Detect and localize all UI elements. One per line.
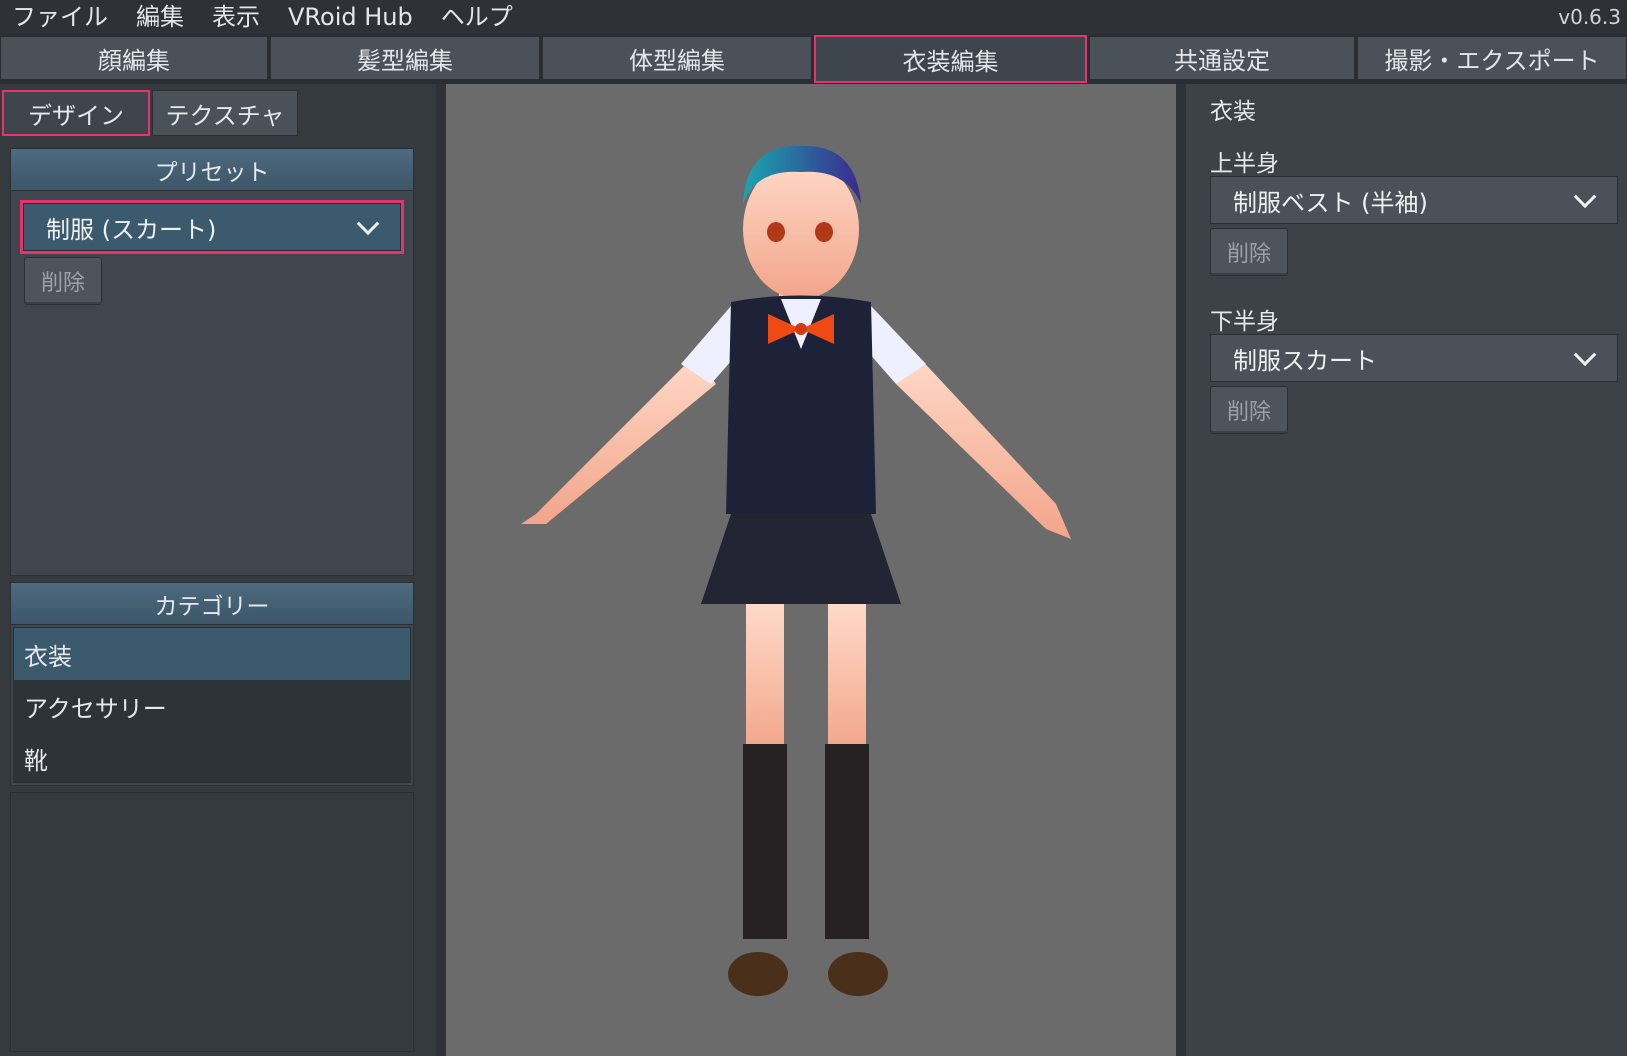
tab-hair-edit[interactable]: 髪型編集 <box>270 36 540 80</box>
version-label: v0.6.3 <box>1558 5 1621 29</box>
upper-body-label: 上半身 <box>1210 151 1279 177</box>
preset-dropdown[interactable]: 制服 (スカート) <box>20 200 404 254</box>
chevron-down-icon <box>1573 343 1597 367</box>
upper-body-dropdown[interactable]: 制服ベスト (半袖) <box>1210 176 1618 224</box>
menu-vroid-hub[interactable]: VRoid Hub <box>274 0 427 34</box>
category-header: カテゴリー <box>11 583 413 625</box>
right-panel: 衣装 上半身 制服ベスト (半袖) 削除 下半身 制服スカート 削除 <box>1186 84 1627 1056</box>
category-list: 衣装 アクセサリー 靴 <box>13 627 411 783</box>
avatar-model <box>521 145 1071 996</box>
preset-panel: プリセット 制服 (スカート) 削除 <box>10 148 414 576</box>
category-item-shoes[interactable]: 靴 <box>14 732 410 784</box>
tab-photo-export[interactable]: 撮影・エクスポート <box>1357 36 1627 80</box>
menu-view[interactable]: 表示 <box>198 0 274 34</box>
preset-dropdown-value: 制服 (スカート) <box>46 215 217 244</box>
preset-delete-button[interactable]: 削除 <box>24 257 102 305</box>
menu-help[interactable]: ヘルプ <box>427 0 527 34</box>
category-panel: カテゴリー 衣装 アクセサリー 靴 <box>10 582 414 786</box>
3d-viewport[interactable] <box>436 84 1186 1056</box>
upper-body-delete-button[interactable]: 削除 <box>1210 228 1288 276</box>
main-tab-bar: 顔編集 髪型編集 体型編集 衣装編集 共通設定 撮影・エクスポート <box>0 34 1627 84</box>
menu-edit[interactable]: 編集 <box>122 0 198 34</box>
category-item-outfit[interactable]: 衣装 <box>14 628 410 680</box>
sub-tab-bar: デザイン テクスチャ <box>0 90 436 136</box>
lower-body-dropdown[interactable]: 制服スカート <box>1210 334 1618 382</box>
category-item-accessory[interactable]: アクセサリー <box>14 680 410 732</box>
subtab-design[interactable]: デザイン <box>2 90 150 136</box>
left-panel: デザイン テクスチャ プリセット 制服 (スカート) 削除 カテゴリー 衣装 ア… <box>0 84 436 1056</box>
tab-face-edit[interactable]: 顔編集 <box>0 36 268 80</box>
lower-body-label: 下半身 <box>1210 309 1279 335</box>
tab-body-edit[interactable]: 体型編集 <box>542 36 812 80</box>
tab-common-settings[interactable]: 共通設定 <box>1089 36 1355 80</box>
menu-bar: ファイル 編集 表示 VRoid Hub ヘルプ v0.6.3 <box>0 0 1627 34</box>
menu-file[interactable]: ファイル <box>0 0 122 34</box>
tab-outfit-edit[interactable]: 衣装編集 <box>814 35 1087 83</box>
preset-header: プリセット <box>11 149 413 191</box>
chevron-down-icon <box>356 212 380 236</box>
chevron-down-icon <box>1573 185 1597 209</box>
upper-body-dropdown-value: 制服ベスト (半袖) <box>1233 188 1428 217</box>
lower-body-dropdown-value: 制服スカート <box>1233 346 1377 375</box>
left-panel-empty-area <box>10 792 414 1052</box>
right-panel-title: 衣装 <box>1210 99 1256 125</box>
lower-body-delete-button[interactable]: 削除 <box>1210 386 1288 434</box>
subtab-texture[interactable]: テクスチャ <box>152 90 298 136</box>
